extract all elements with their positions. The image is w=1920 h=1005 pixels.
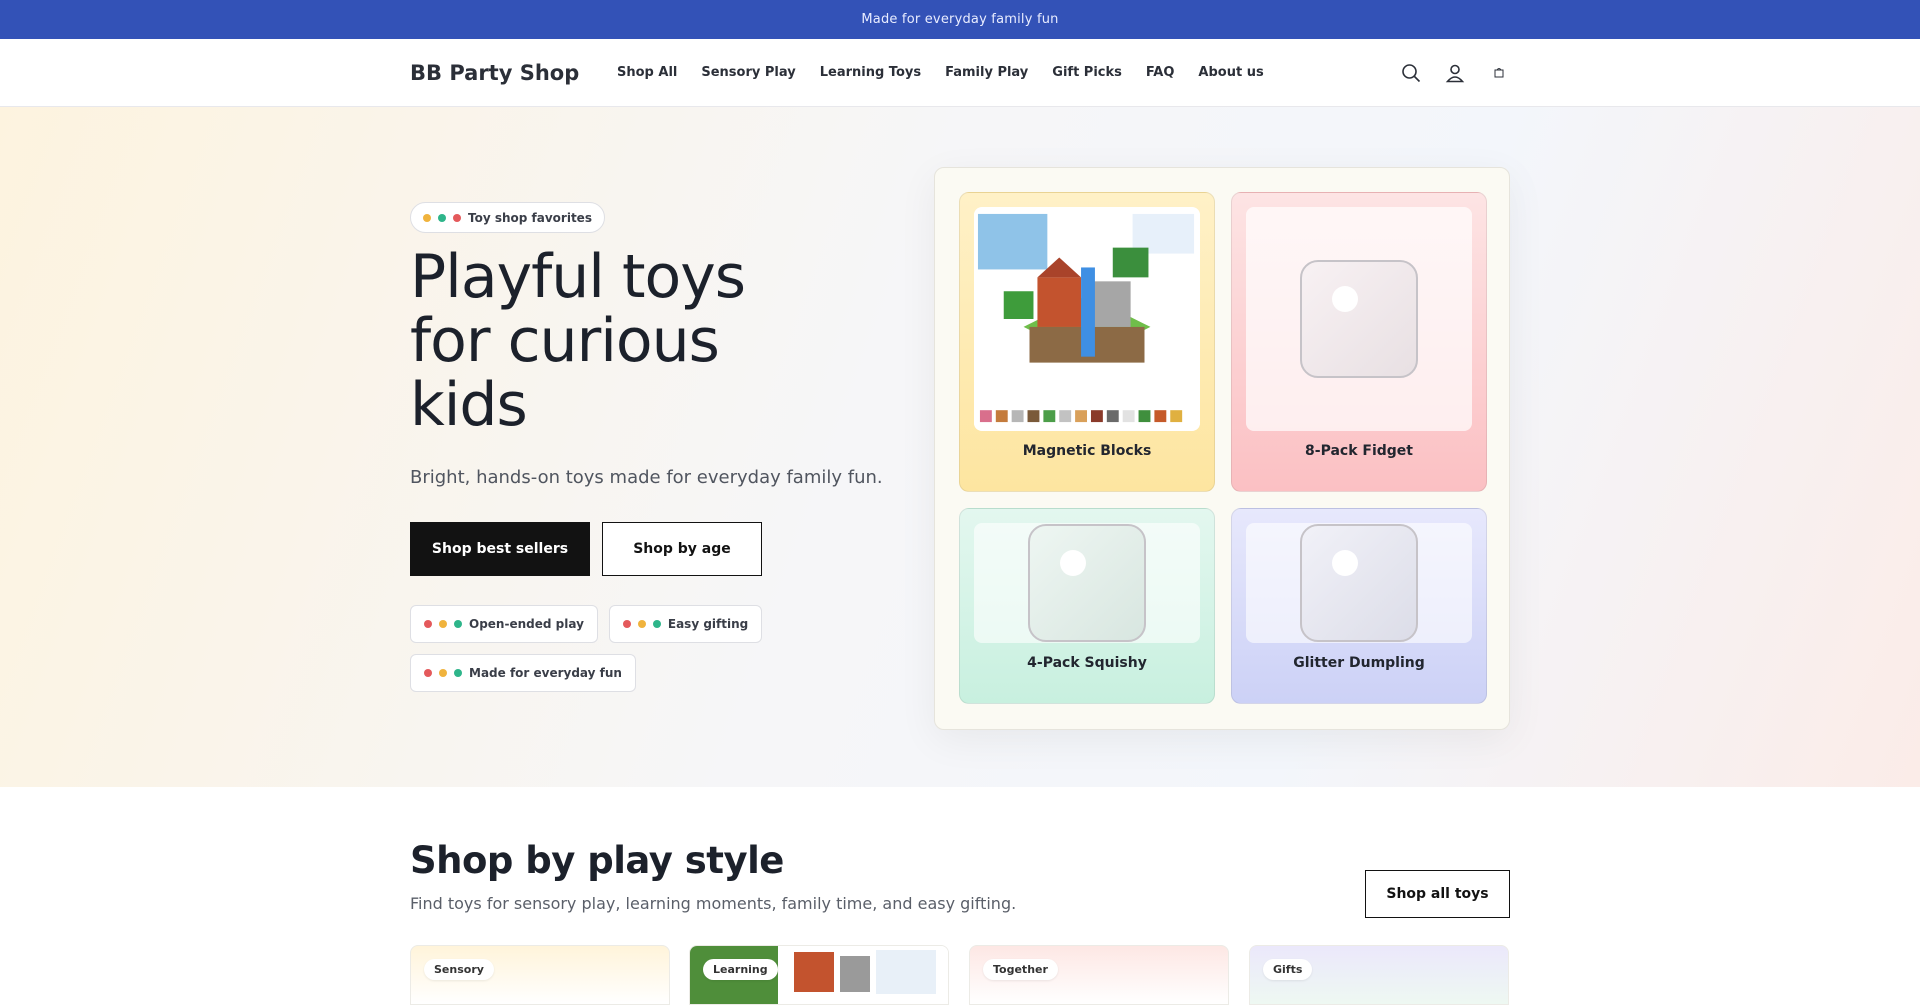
main-nav: Shop All Sensory Play Learning Toys Fami… bbox=[617, 65, 1288, 80]
dot-icon bbox=[439, 669, 447, 677]
category-card-sensory[interactable]: Sensory bbox=[410, 945, 670, 1005]
play-style-section: Shop by play style Find toys for sensory… bbox=[0, 787, 1920, 1005]
category-tag: Learning bbox=[703, 959, 778, 980]
image-placeholder-icon bbox=[1028, 524, 1146, 642]
product-card-glitter-dumpling[interactable]: Glitter Dumpling bbox=[1231, 508, 1487, 704]
hero-section: Toy shop favorites Playful toys for curi… bbox=[0, 107, 1920, 787]
nav-faq[interactable]: FAQ bbox=[1146, 65, 1175, 80]
dot-icon bbox=[438, 213, 446, 222]
nav-learning-toys[interactable]: Learning Toys bbox=[820, 65, 921, 80]
image-placeholder-icon bbox=[1300, 524, 1418, 642]
feature-label: Open-ended play bbox=[469, 617, 584, 631]
nav-shop-all[interactable]: Shop All bbox=[617, 65, 677, 80]
product-image-placeholder bbox=[974, 523, 1200, 643]
category-tag: Gifts bbox=[1263, 959, 1313, 980]
account-icon[interactable] bbox=[1444, 62, 1466, 84]
shop-best-sellers-button[interactable]: Shop best sellers bbox=[410, 522, 590, 576]
cart-icon[interactable] bbox=[1488, 62, 1510, 84]
category-tag: Sensory bbox=[424, 959, 494, 980]
product-card-8-pack-fidget[interactable]: 8-Pack Fidget bbox=[1231, 192, 1487, 492]
hero-title: Playful toys for curious kids bbox=[410, 242, 746, 440]
feature-pill: Open-ended play bbox=[410, 605, 598, 643]
product-name: Glitter Dumpling bbox=[1293, 655, 1425, 671]
nav-about-us[interactable]: About us bbox=[1198, 65, 1263, 80]
dot-icon bbox=[424, 620, 432, 628]
image-placeholder-icon bbox=[1300, 260, 1418, 378]
product-card-4-pack-squishy[interactable]: 4-Pack Squishy bbox=[959, 508, 1215, 704]
category-card-learning[interactable]: Learning bbox=[689, 945, 949, 1005]
category-card-gifts[interactable]: Gifts bbox=[1249, 945, 1509, 1005]
header-icons bbox=[1400, 62, 1510, 84]
section-subtitle: Find toys for sensory play, learning mom… bbox=[410, 894, 1017, 913]
announcement-bar: Made for everyday family fun bbox=[0, 0, 1920, 39]
feature-label: Easy gifting bbox=[667, 617, 749, 631]
product-image-placeholder bbox=[1246, 207, 1472, 431]
feature-pill: Made for everyday fun bbox=[410, 654, 636, 692]
announcement-text: Made for everyday family fun bbox=[861, 12, 1059, 27]
dot-icon bbox=[439, 620, 447, 628]
product-image-placeholder bbox=[1246, 523, 1472, 643]
product-image bbox=[974, 207, 1200, 431]
shop-all-toys-button[interactable]: Shop all toys bbox=[1365, 870, 1510, 918]
feature-pill: Easy gifting bbox=[608, 605, 763, 643]
product-name: 8-Pack Fidget bbox=[1305, 443, 1413, 459]
hero-features: Open-ended play Easy gifting Made for ev… bbox=[410, 605, 810, 692]
dot-icon bbox=[622, 620, 631, 628]
search-icon[interactable] bbox=[1400, 62, 1422, 84]
hero-badge-label: Toy shop favorites bbox=[468, 210, 592, 225]
featured-products-panel: Magnetic Blocks 8-Pack Fidget 4-Pack Squ… bbox=[934, 167, 1510, 730]
site-logo[interactable]: BB Party Shop bbox=[410, 61, 579, 85]
dot-icon bbox=[652, 620, 661, 628]
nav-sensory-play[interactable]: Sensory Play bbox=[701, 65, 795, 80]
hero-subtitle: Bright, hands-on toys made for everyday … bbox=[410, 467, 883, 488]
dot-icon bbox=[454, 669, 462, 677]
product-name: Magnetic Blocks bbox=[1022, 443, 1152, 459]
nav-gift-picks[interactable]: Gift Picks bbox=[1052, 65, 1122, 80]
nav-family-play[interactable]: Family Play bbox=[945, 65, 1028, 80]
hero-badge: Toy shop favorites bbox=[410, 202, 605, 233]
dot-icon bbox=[423, 213, 431, 222]
site-header: BB Party Shop Shop All Sensory Play Lear… bbox=[0, 39, 1920, 107]
feature-label: Made for everyday fun bbox=[469, 666, 622, 680]
section-title: Shop by play style bbox=[410, 839, 784, 882]
dot-icon bbox=[453, 213, 461, 222]
dot-icon bbox=[424, 669, 432, 677]
category-card-together[interactable]: Together bbox=[969, 945, 1229, 1005]
product-name: 4-Pack Squishy bbox=[1027, 655, 1147, 671]
dot-icon bbox=[637, 620, 646, 628]
category-tag: Together bbox=[983, 959, 1058, 980]
product-card-magnetic-blocks[interactable]: Magnetic Blocks bbox=[959, 192, 1215, 492]
dot-icon bbox=[454, 620, 462, 628]
shop-by-age-button[interactable]: Shop by age bbox=[602, 522, 762, 576]
